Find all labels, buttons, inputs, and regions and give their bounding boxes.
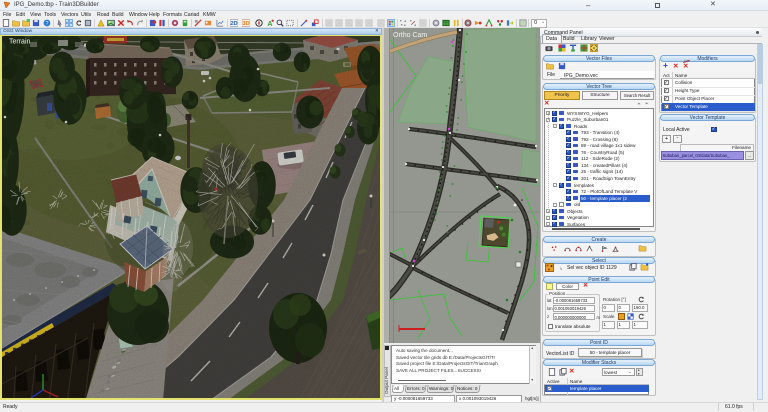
svg-text:3D: 3D <box>242 21 249 27</box>
svg-text:Terrain: Terrain <box>9 39 31 46</box>
svg-text:?: ? <box>46 21 49 27</box>
svg-text:2D: 2D <box>230 21 237 27</box>
svg-text:Ortho Cam: Ortho Cam <box>393 32 427 39</box>
